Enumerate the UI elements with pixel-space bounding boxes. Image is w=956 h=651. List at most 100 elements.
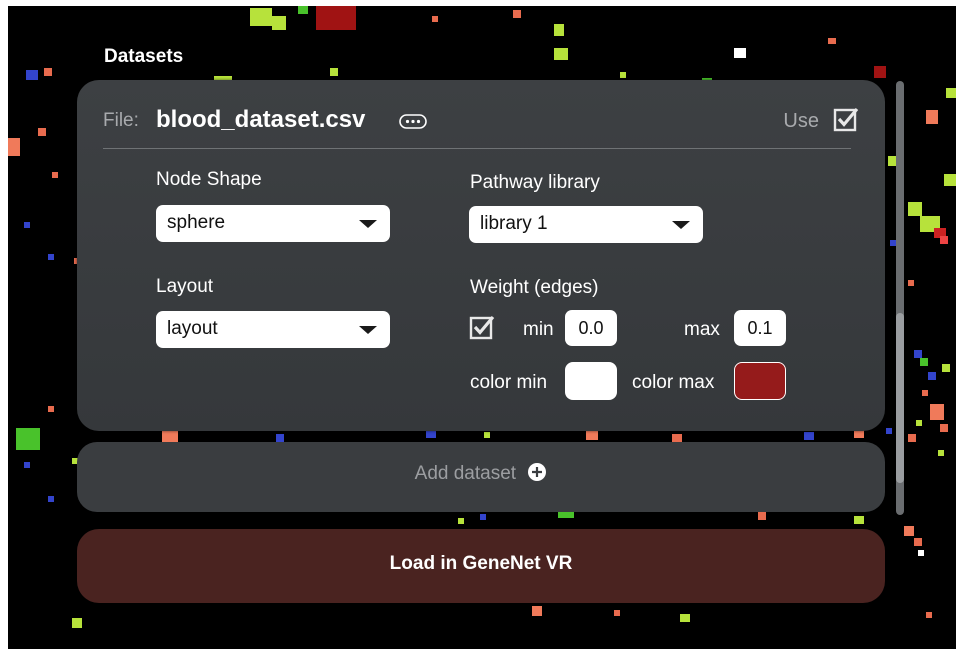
file-label: File:: [103, 110, 139, 131]
background-particle: [272, 16, 286, 30]
background-particle: [620, 72, 626, 78]
background-particle: [72, 618, 82, 628]
background-particle: [908, 434, 916, 442]
background-particle: [513, 10, 521, 18]
use-checkbox[interactable]: [833, 106, 859, 132]
background-particle: [330, 68, 338, 76]
background-particle: [920, 358, 928, 366]
background-particle: [26, 70, 38, 80]
background-particle: [614, 610, 620, 616]
background-particle: [854, 516, 864, 524]
use-label: Use: [783, 110, 819, 132]
background-particle: [758, 512, 766, 520]
background-particle: [914, 350, 922, 358]
background-particle: [930, 404, 944, 420]
background-particle: [48, 406, 54, 412]
background-particle: [938, 450, 944, 456]
background-particle: [886, 428, 892, 434]
background-particle: [904, 526, 914, 536]
background-particle: [8, 138, 20, 156]
background-particle: [16, 428, 40, 450]
background-particle: [946, 88, 956, 98]
background-particle: [928, 372, 936, 380]
background-particle: [44, 68, 52, 76]
chevron-down-icon: [672, 221, 690, 229]
background-particle: [922, 390, 928, 396]
background-particle: [680, 614, 690, 622]
background-particle: [918, 550, 924, 556]
background-particle: [480, 514, 486, 520]
load-button-label: Load in GeneNet VR: [389, 553, 573, 574]
background-particle: [888, 156, 896, 166]
color-min-label: color min: [470, 372, 548, 393]
pathway-library-value: library 1: [480, 213, 548, 234]
background-particle: [48, 496, 54, 502]
node-shape-value: sphere: [167, 212, 226, 233]
background-particle: [48, 254, 54, 260]
background-particle: [914, 538, 922, 546]
background-particle: [484, 432, 490, 438]
background-particle: [24, 222, 30, 228]
background-particle: [804, 432, 814, 440]
background-particle: [316, 6, 356, 30]
background-particle: [24, 462, 30, 468]
background-particle: [672, 434, 682, 442]
background-particle: [554, 24, 564, 36]
background-particle: [426, 430, 436, 438]
background-particle: [586, 430, 598, 440]
divider: [103, 148, 851, 149]
background-particle: [554, 48, 568, 60]
chevron-down-icon: [359, 220, 377, 228]
scrollbar-thumb[interactable]: [896, 313, 904, 483]
background-particle: [944, 174, 956, 186]
color-max-label: color max: [632, 372, 715, 393]
add-dataset-row: Add dataset: [77, 462, 885, 485]
node-shape-label: Node Shape: [156, 169, 262, 190]
background-particle: [854, 430, 864, 438]
layout-value: layout: [167, 318, 218, 339]
background-particle: [276, 434, 284, 442]
load-in-genenet-vr-button[interactable]: Load in GeneNet VR: [77, 529, 885, 603]
background-particle: [926, 612, 932, 618]
node-shape-select[interactable]: sphere: [156, 205, 390, 242]
background-particle: [916, 420, 922, 426]
ellipsis-circle-icon[interactable]: [399, 114, 427, 129]
add-dataset-label: Add dataset: [414, 463, 517, 484]
max-input[interactable]: 0.1: [734, 310, 786, 346]
background-particle: [298, 6, 308, 14]
add-dataset-button[interactable]: Add dataset: [77, 442, 885, 512]
weight-enabled-checkbox[interactable]: [469, 314, 495, 340]
layout-select[interactable]: layout: [156, 311, 390, 348]
color-min-swatch[interactable]: [565, 362, 617, 400]
background-particle: [458, 518, 464, 524]
background-particle: [38, 128, 46, 136]
background-particle: [828, 38, 836, 44]
background-particle: [908, 280, 914, 286]
background-particle: [532, 606, 542, 616]
background-particle: [942, 364, 950, 372]
background-particle: [874, 66, 886, 78]
file-name: blood_dataset.csv: [156, 106, 366, 133]
background-particle: [940, 424, 948, 432]
max-label: max: [684, 319, 720, 340]
section-title: Datasets: [104, 46, 184, 67]
weight-label: Weight (edges): [470, 277, 599, 298]
background-particle: [432, 16, 438, 22]
min-input[interactable]: 0.0: [565, 310, 617, 346]
file-row: File: blood_dataset.csv Use: [103, 104, 859, 138]
vr-scene: Datasets File: blood_dataset.csv Use Nod…: [8, 6, 956, 649]
min-label: min: [523, 319, 554, 340]
background-particle: [908, 202, 922, 216]
background-particle: [940, 236, 948, 244]
dataset-card: File: blood_dataset.csv Use Node Shape s…: [77, 80, 885, 431]
plus-circle-icon: [528, 463, 547, 481]
background-particle: [734, 48, 746, 58]
pathway-library-label: Pathway library: [470, 172, 600, 193]
background-particle: [250, 8, 272, 26]
chevron-down-icon: [359, 326, 377, 334]
background-particle: [52, 172, 58, 178]
scrollbar[interactable]: [896, 81, 904, 515]
color-max-swatch[interactable]: [734, 362, 786, 400]
pathway-library-select[interactable]: library 1: [469, 206, 703, 243]
layout-label: Layout: [156, 276, 214, 297]
